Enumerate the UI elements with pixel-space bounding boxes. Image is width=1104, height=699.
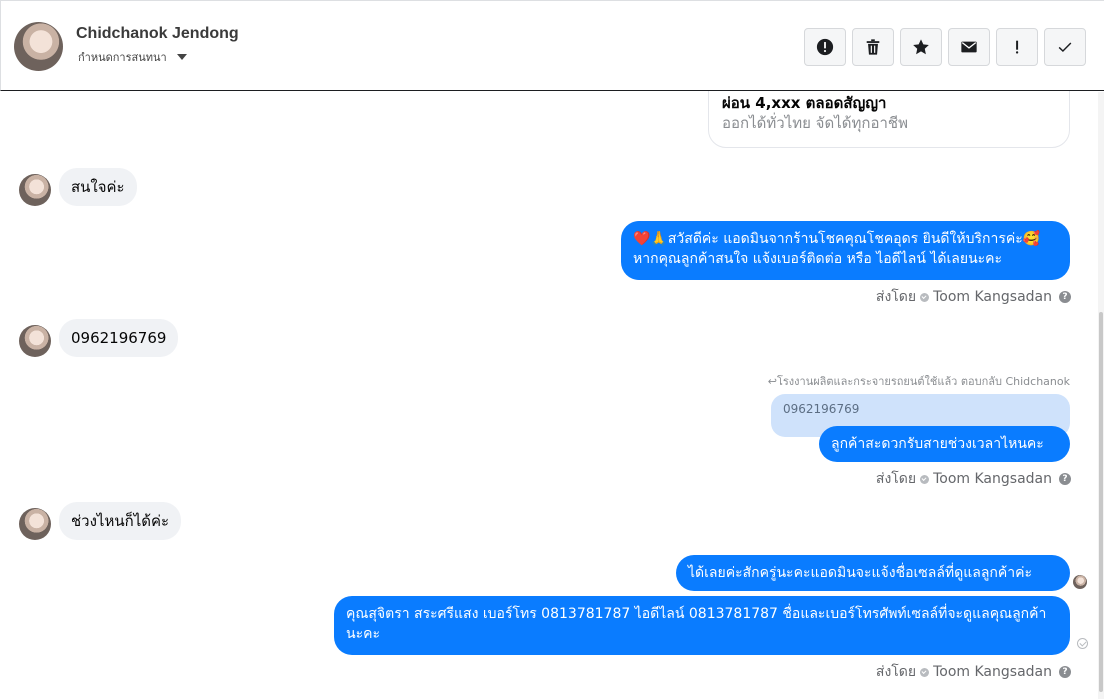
agent-name[interactable]: Toom Kangsadan [933, 471, 1052, 487]
help-icon[interactable]: ? [1059, 666, 1071, 678]
sent-by-prefix: ส่งโดย [875, 289, 917, 305]
delete-button[interactable] [852, 28, 894, 66]
agent-name[interactable]: Toom Kangsadan [933, 664, 1052, 680]
card-subtitle: ออกได้ทั่วไทย จัดได้ทุกอาชีพ [722, 114, 908, 132]
incoming-message[interactable]: ช่วงไหนก็ได้ค่ะ [59, 502, 182, 540]
conversation-header: Chidchanok Jendong กำหนดการสนทนา [0, 0, 1104, 91]
sent-by-label: ส่งโดย Toom Kangsadan ? [876, 661, 1071, 683]
sent-by-label: ส่งโดย Toom Kangsadan ? [876, 286, 1071, 308]
sent-by-label: ส่งโดย Toom Kangsadan ? [876, 468, 1071, 490]
contact-avatar-small [19, 174, 51, 206]
alert-circle-icon [816, 38, 834, 56]
seen-by-avatar [1073, 575, 1087, 589]
scrollbar-thumb[interactable] [1099, 312, 1103, 692]
verified-icon [920, 474, 930, 484]
agent-name[interactable]: Toom Kangsadan [933, 289, 1052, 305]
inbox-conversation-view: Chidchanok Jendong กำหนดการสนทนา ผ่อน 4,… [0, 0, 1104, 699]
sent-by-prefix: ส่งโดย [875, 471, 917, 487]
trash-icon [866, 39, 880, 55]
exclamation-icon [1015, 40, 1019, 54]
outgoing-message[interactable]: ลูกค้าสะดวกรับสายช่วงเวลาไหนคะ [819, 426, 1070, 462]
verified-icon [920, 667, 930, 677]
conversation-toolbar [804, 28, 1086, 66]
help-icon[interactable]: ? [1059, 291, 1071, 303]
incoming-message[interactable]: 0962196769 [59, 319, 179, 357]
star-button[interactable] [900, 28, 942, 66]
contact-avatar-small [19, 508, 51, 540]
outgoing-message[interactable]: ❤️🙏สวัสดีค่ะ แอดมินจากร้านโชคคุณโชคอุดร … [621, 221, 1070, 280]
contact-name[interactable]: Chidchanok Jendong [76, 25, 239, 43]
contact-avatar[interactable] [14, 22, 63, 71]
message-line: หากคุณลูกค้าสนใจ แจ้งเบอร์ติดต่อ หรือ ไอ… [633, 251, 1003, 267]
mark-spam-button[interactable] [804, 28, 846, 66]
mark-done-button[interactable] [1044, 28, 1086, 66]
check-icon [1058, 42, 1072, 53]
verified-icon [920, 292, 930, 302]
assign-label: กำหนดการสนทนา [78, 51, 167, 64]
star-icon [913, 39, 929, 55]
assign-conversation-dropdown[interactable]: กำหนดการสนทนา [78, 48, 187, 66]
incoming-message[interactable]: สนใจค่ะ [59, 168, 137, 206]
sent-by-prefix: ส่งโดย [875, 664, 917, 680]
caret-down-icon [176, 54, 187, 60]
help-icon[interactable]: ? [1059, 473, 1071, 485]
reply-context: ↩โรงงานผลิตและกระจายรถยนต์ใช้แล้ว ตอบกลั… [767, 375, 1070, 388]
outgoing-message[interactable]: คุณสุจิตรา สระศรีแสง เบอร์โทร 0813781787… [334, 596, 1070, 655]
envelope-icon [961, 41, 977, 53]
follow-up-button[interactable] [996, 28, 1038, 66]
mark-unread-button[interactable] [948, 28, 990, 66]
contact-avatar-small [19, 325, 51, 357]
outgoing-message[interactable]: ได้เลยค่ะสักครู่นะคะแอดมินจะแจ้งชื่อเซลล… [676, 555, 1070, 591]
message-line: ❤️🙏สวัสดีค่ะ แอดมินจากร้านโชคคุณโชคอุดร … [633, 231, 1041, 247]
delivered-check-icon [1077, 638, 1088, 649]
